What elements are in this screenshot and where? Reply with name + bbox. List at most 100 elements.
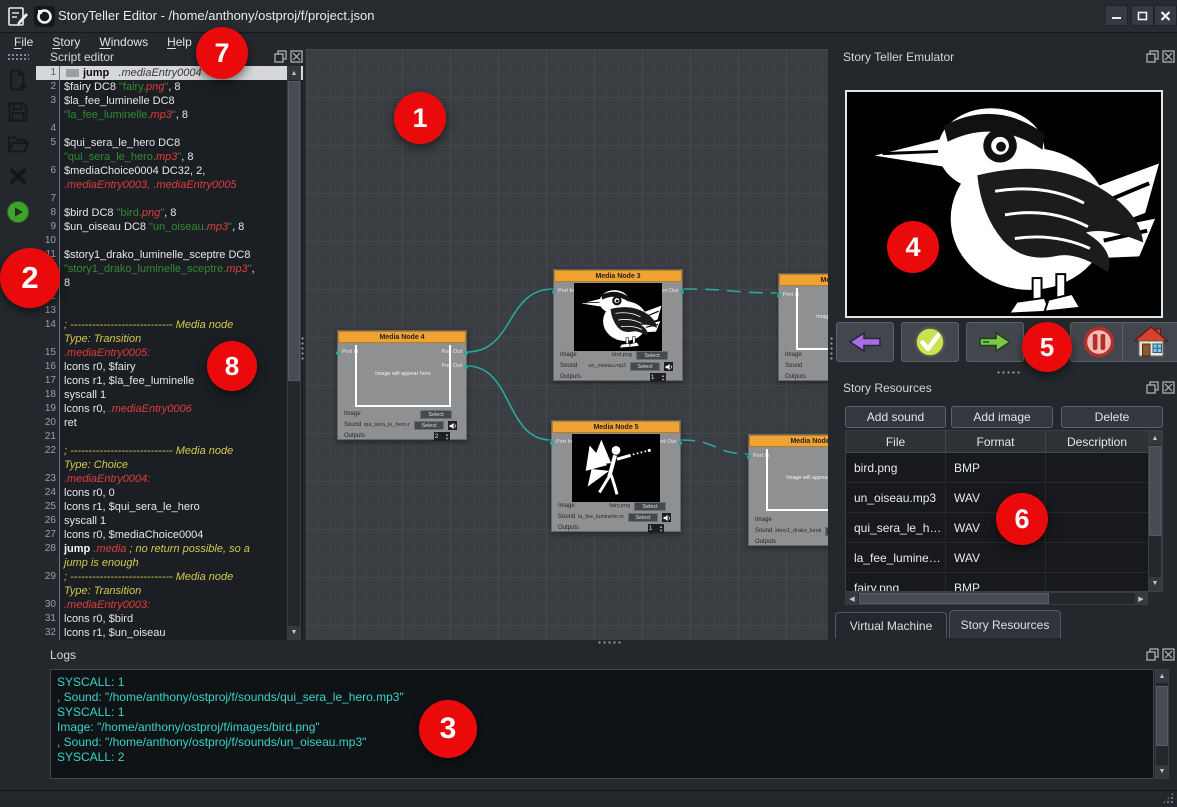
- code-line[interactable]: 14; ---------------------------- Media n…: [36, 318, 303, 332]
- ok-button[interactable]: [901, 322, 959, 362]
- next-button[interactable]: [966, 322, 1024, 362]
- add-image-button[interactable]: Add image: [951, 406, 1053, 428]
- splitter-handle[interactable]: [300, 336, 305, 362]
- code-line[interactable]: Type: Transition: [36, 332, 303, 346]
- code-line[interactable]: 13: [36, 304, 303, 318]
- port-in-dot[interactable]: [747, 455, 751, 459]
- maximize-button[interactable]: [1131, 5, 1154, 26]
- code-line[interactable]: 30.mediaEntry0003:: [36, 598, 303, 612]
- port-in-dot[interactable]: [336, 351, 340, 355]
- float-panel-icon[interactable]: [274, 50, 287, 63]
- code-line[interactable]: 7: [36, 192, 303, 206]
- close-panel-icon[interactable]: [290, 50, 303, 63]
- connection-wire[interactable]: [681, 440, 750, 454]
- menu-item-story[interactable]: Story: [52, 35, 80, 49]
- port-in[interactable]: Port In: [558, 288, 574, 294]
- node-title[interactable]: Media Node 6: [749, 435, 828, 447]
- table-row[interactable]: fairy.pngBMP: [846, 573, 1162, 592]
- connection-wire[interactable]: [467, 366, 551, 440]
- speaker-icon[interactable]: [662, 513, 671, 522]
- code-line[interactable]: 8$bird DC8 "bird.png", 8: [36, 206, 303, 220]
- node-graph-canvas[interactable]: Media Node 4Port InPort OutPort OutImage…: [306, 49, 828, 640]
- select-sound-button[interactable]: Select: [628, 513, 658, 522]
- tab-story-resources[interactable]: Story Resources: [949, 610, 1061, 638]
- code-line[interactable]: .mediaEntry0003, .mediaEntry0005: [36, 178, 303, 192]
- table-row[interactable]: bird.pngBMP: [846, 453, 1162, 483]
- connection-wire[interactable]: [467, 289, 553, 352]
- column-header-format[interactable]: Format: [946, 431, 1046, 452]
- code-line[interactable]: "qui_sera_le_hero.mp3", 8: [36, 150, 303, 164]
- logs-scrollbar[interactable]: ▲ ▼: [1155, 669, 1169, 779]
- menu-item-help[interactable]: Help: [167, 35, 192, 49]
- run-icon[interactable]: [6, 200, 30, 224]
- code-line[interactable]: "la_fee_luminelle.mp3", 8: [36, 108, 303, 122]
- close-panel-icon[interactable]: [1162, 648, 1175, 661]
- splitter-handle[interactable]: [996, 370, 1022, 375]
- outputs-spinner[interactable]: 1▲▼: [650, 373, 666, 382]
- add-sound-button[interactable]: Add sound: [845, 406, 946, 428]
- resize-grip[interactable]: [1162, 792, 1174, 804]
- code-line[interactable]: 15.mediaEntry0005:: [36, 346, 303, 360]
- code-line[interactable]: 31lcons r0, $bird: [36, 612, 303, 626]
- splitter-handle[interactable]: [597, 640, 623, 645]
- code-line[interactable]: 21: [36, 430, 303, 444]
- close-panel-icon[interactable]: [1162, 50, 1175, 63]
- code-line[interactable]: 24lcons r0, 0: [36, 486, 303, 500]
- code-line[interactable]: 20ret: [36, 416, 303, 430]
- port-out-dot[interactable]: [678, 441, 682, 445]
- code-editor[interactable]: 1jump .mediaEntry00042$fairy DC8 "fairy.…: [36, 66, 303, 640]
- code-line[interactable]: 26syscall 1: [36, 514, 303, 528]
- table-vscrollbar[interactable]: ▲ ▼: [1148, 431, 1162, 591]
- media-node-2[interactable]: Media Node 2Port InImage will appear her…: [778, 273, 828, 381]
- code-line[interactable]: 2$fairy DC8 "fairy.png", 8: [36, 80, 303, 94]
- home-button[interactable]: [1122, 322, 1177, 362]
- code-line[interactable]: 3$la_fee_luminelle DC8: [36, 94, 303, 108]
- code-line[interactable]: jump is enough: [36, 556, 303, 570]
- port-in-dot[interactable]: [550, 441, 554, 445]
- speaker-icon[interactable]: [664, 362, 673, 371]
- pause-button[interactable]: [1070, 322, 1128, 362]
- node-title[interactable]: Media Node 3: [554, 270, 682, 282]
- float-panel-icon[interactable]: [1146, 381, 1159, 394]
- port-in-dot[interactable]: [777, 294, 781, 298]
- save-icon[interactable]: [6, 100, 30, 124]
- previous-button[interactable]: [836, 322, 894, 362]
- column-header-file[interactable]: File: [846, 431, 946, 452]
- menu-item-windows[interactable]: Windows: [99, 35, 148, 49]
- code-line[interactable]: 22; ---------------------------- Media n…: [36, 444, 303, 458]
- close-button[interactable]: [1154, 5, 1177, 26]
- media-node-4[interactable]: Media Node 4Port InPort OutPort OutImage…: [337, 330, 467, 440]
- port-in-dot[interactable]: [552, 290, 556, 294]
- minimize-button[interactable]: [1105, 5, 1128, 26]
- float-panel-icon[interactable]: [1146, 50, 1159, 63]
- media-node-6[interactable]: Media Node 6Port InImage will appear her…: [748, 434, 828, 546]
- connection-wire[interactable]: [683, 289, 780, 293]
- menu-item-file[interactable]: File: [14, 35, 33, 49]
- code-line[interactable]: 28jump .media ; no return possible, so a: [36, 542, 303, 556]
- speaker-icon[interactable]: [448, 421, 457, 430]
- code-line[interactable]: 16lcons r0, $fairy: [36, 360, 303, 374]
- table-hscrollbar[interactable]: ◀ ▶: [845, 592, 1148, 605]
- tab-virtual-machine[interactable]: Virtual Machine: [835, 612, 947, 638]
- code-line[interactable]: 8: [36, 276, 303, 290]
- code-line[interactable]: 19lcons r0, .mediaEntry0006: [36, 402, 303, 416]
- column-header-description[interactable]: Description: [1046, 431, 1149, 452]
- close-panel-icon[interactable]: [1162, 381, 1175, 394]
- code-line[interactable]: 17lcons r1, $la_fee_luminelle: [36, 374, 303, 388]
- node-title[interactable]: Media Node 5: [552, 421, 680, 433]
- port-out-dot[interactable]: [464, 351, 468, 355]
- code-line[interactable]: 9$un_oiseau DC8 "un_oiseau.mp3", 8: [36, 220, 303, 234]
- select-sound-button[interactable]: Select: [825, 527, 828, 536]
- code-line[interactable]: 27lcons r0, $mediaChoice0004: [36, 528, 303, 542]
- script-editor-scrollbar[interactable]: ▲ ▼: [287, 66, 301, 640]
- code-line[interactable]: 18syscall 1: [36, 388, 303, 402]
- splitter-handle[interactable]: [829, 336, 834, 362]
- port-in[interactable]: Port In: [556, 439, 572, 445]
- select-image-button[interactable]: Select: [636, 351, 668, 360]
- media-node-5[interactable]: Media Node 5Port InPort OutImagefairy.pn…: [551, 420, 681, 532]
- float-panel-icon[interactable]: [1146, 648, 1159, 661]
- close-project-icon[interactable]: [6, 164, 30, 188]
- media-node-3[interactable]: Media Node 3Port InPort OutImagebird.png…: [553, 269, 683, 381]
- code-line[interactable]: 12: [36, 290, 303, 304]
- outputs-spinner[interactable]: 2▲▼: [434, 432, 450, 441]
